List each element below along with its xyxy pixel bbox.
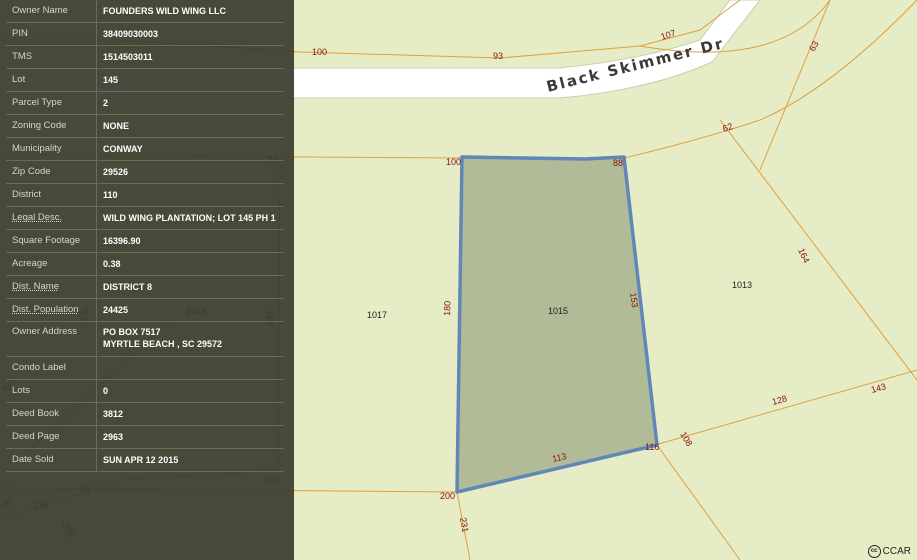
info-value: FOUNDERS WILD WING LLC [103, 6, 226, 16]
info-label: Zip Code [6, 161, 97, 183]
info-row-date-sold: Date Sold SUN APR 12 2015 [6, 449, 284, 472]
info-row-square-footage: Square Footage 16396.90 [6, 230, 284, 253]
lot-dimension: 200 [440, 491, 455, 501]
info-label: Condo Label [6, 357, 97, 379]
info-value: 3812 [103, 409, 124, 419]
info-label: Deed Book [6, 403, 97, 425]
info-label: Acreage [6, 253, 97, 275]
info-label: TMS [6, 46, 97, 68]
parcel-id: 1017 [367, 310, 387, 320]
lot-dimension: 88 [613, 158, 623, 168]
info-label: Date Sold [6, 449, 97, 471]
info-row-district: District 110 [6, 184, 284, 207]
info-value: 29526 [103, 167, 129, 177]
copyright-text: CCAR [882, 546, 911, 558]
info-value: 110 [103, 190, 118, 200]
info-row-deed-page: Deed Page 2963 [6, 426, 284, 449]
info-label: Square Footage [6, 230, 97, 252]
info-row-municipality: Municipality CONWAY [6, 138, 284, 161]
lot-dimension: 143 [870, 381, 887, 395]
info-value: 2963 [103, 432, 124, 442]
lot-dimension: 108 [678, 430, 694, 448]
info-row-acreage: Acreage 0.38 [6, 253, 284, 276]
creative-commons-icon: cc [867, 545, 881, 558]
address-line-2: MYRTLE BEACH , SC 29572 [103, 339, 223, 349]
info-row-lots: Lots 0 [6, 380, 284, 403]
parcel-info-panel: Owner Name FOUNDERS WILD WING LLC PIN 38… [0, 0, 294, 560]
info-row-owner-name: Owner Name FOUNDERS WILD WING LLC [6, 0, 284, 23]
info-label: Parcel Type [6, 92, 97, 114]
info-value: DISTRICT 8 [103, 282, 153, 292]
info-row-zoning-code: Zoning Code NONE [6, 115, 284, 138]
info-row-dist-name: Dist. Name DISTRICT 8 [6, 276, 284, 299]
info-value: 16396.90 [103, 236, 141, 246]
address-line-1: PO BOX 7517 [103, 327, 161, 337]
lot-dimension: 231 [458, 517, 470, 534]
info-label: Owner Address [6, 322, 97, 356]
lot-dimension: 128 [771, 393, 788, 407]
info-row-legal-desc: Legal Desc. WILD WING PLANTATION; LOT 14… [6, 207, 284, 230]
copyright-notice: cc CCAR [867, 545, 911, 558]
info-row-tms: TMS 1514503011 [6, 46, 284, 69]
lot-dimension: 116 [645, 442, 659, 452]
info-value: 0 [103, 386, 109, 396]
info-row-lot: Lot 145 [6, 69, 284, 92]
lot-dimension: 164 [796, 247, 811, 265]
info-value: CONWAY [103, 144, 143, 154]
lot-dimension: 153 [628, 292, 640, 308]
info-row-pin: PIN 38409030003 [6, 23, 284, 46]
info-value [97, 357, 103, 379]
info-label: Zoning Code [6, 115, 97, 137]
info-value: 1514503011 [103, 52, 153, 62]
info-label: Municipality [6, 138, 97, 160]
lot-dimension: 100 [312, 47, 327, 57]
info-value: WILD WING PLANTATION; LOT 145 PH 1 [103, 213, 276, 223]
lot-dimension: 180 [442, 301, 453, 316]
info-value: 145 [103, 75, 119, 85]
info-value: 0.38 [103, 259, 121, 269]
info-label: Deed Page [6, 426, 97, 448]
info-row-parcel-type: Parcel Type 2 [6, 92, 284, 115]
info-row-deed-book: Deed Book 3812 [6, 403, 284, 426]
info-label: Dist. Name [6, 276, 97, 298]
info-value: 24425 [103, 305, 129, 315]
info-value: 38409030003 [103, 29, 159, 39]
parcel-id: 1015 [548, 306, 568, 316]
info-value: SUN APR 12 2015 [103, 455, 179, 465]
info-row-condo-label: Condo Label [6, 357, 284, 380]
lot-dimension: 100 [446, 157, 461, 167]
info-label: Lot [6, 69, 97, 91]
lot-dimension: 107 [660, 28, 677, 42]
info-label: PIN [6, 23, 97, 45]
lot-dimension: 93 [493, 51, 503, 61]
info-label: Dist. Population [6, 299, 97, 321]
selected-parcel-1015[interactable] [455, 155, 659, 494]
parcel-id: 1013 [732, 280, 752, 290]
info-value: NONE [103, 121, 130, 131]
info-row-zip-code: Zip Code 29526 [6, 161, 284, 184]
info-value: PO BOX 7517 MYRTLE BEACH , SC 29572 [97, 322, 222, 356]
info-label: Lots [6, 380, 97, 402]
info-row-dist-population: Dist. Population 24425 [6, 299, 284, 322]
info-label: District [6, 184, 97, 206]
info-row-owner-address: Owner Address PO BOX 7517 MYRTLE BEACH ,… [6, 322, 284, 357]
lot-dimension: 62 [721, 121, 734, 134]
info-label: Owner Name [6, 0, 97, 22]
info-value: 2 [103, 98, 109, 108]
info-label: Legal Desc. [6, 207, 97, 229]
